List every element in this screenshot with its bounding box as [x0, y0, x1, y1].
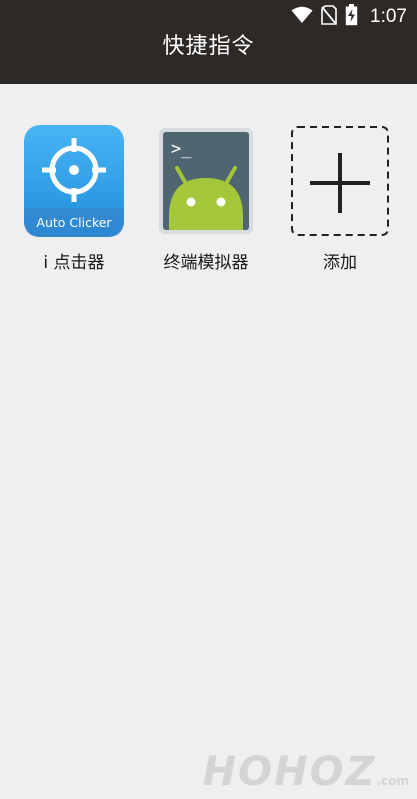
auto-clicker-icon: Auto Clicker — [23, 124, 125, 238]
terminal-prompt-text: >_ — [171, 139, 192, 159]
status-time: 1:07 — [370, 6, 407, 27]
shortcut-grid: Auto Clicker i 点击器 >_ 终端模拟器 添加 — [0, 124, 417, 284]
shortcut-label: i 点击器 — [43, 253, 105, 273]
terminal-emulator-icon: >_ — [155, 124, 257, 238]
shortcut-auto-clicker[interactable]: Auto Clicker i 点击器 — [8, 124, 140, 273]
shortcut-terminal-emulator[interactable]: >_ 终端模拟器 — [140, 124, 272, 273]
page-title: 快捷指令 — [162, 34, 255, 59]
add-icon — [289, 124, 391, 238]
battery-charging-icon — [345, 4, 358, 30]
no-sim-icon — [321, 5, 337, 29]
auto-clicker-icon-text: Auto Clicker — [36, 215, 112, 230]
watermark-logo: ᕼOᕼOZ.com — [202, 749, 409, 795]
status-icons: 1:07 — [291, 4, 407, 30]
shortcut-label: 终端模拟器 — [163, 253, 249, 273]
shortcut-add[interactable]: 添加 — [274, 124, 406, 273]
wifi-icon — [291, 6, 313, 28]
shortcut-label: 添加 — [323, 253, 357, 273]
app-header: 1:07 快捷指令 — [0, 0, 417, 84]
screen: 1:07 快捷指令 Auto Clicker i 点击器 >_ 终端模拟器 添加… — [0, 0, 417, 799]
